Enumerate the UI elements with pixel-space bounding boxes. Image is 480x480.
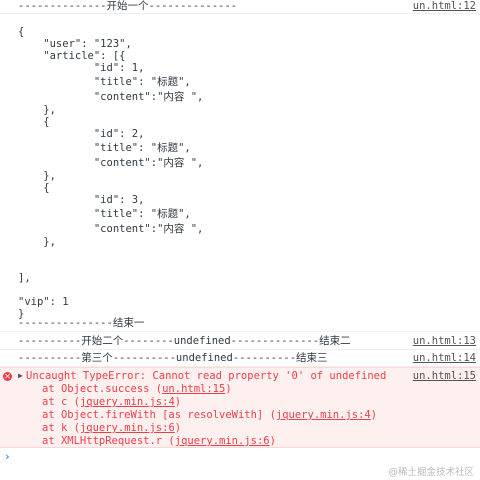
stack-frame-link[interactable]: jquery.min.js:6 [175,435,270,447]
log-message: --------------开始一个-------------- [18,0,238,12]
stack-frame-text: ) [269,435,276,447]
stack-frame: at k (jquery.min.js:6) [42,422,181,434]
stack-frame: at Object.fireWith [as resolveWith] (jqu… [42,409,377,421]
log-row: --------------开始一个-------------- un.html… [0,0,480,14]
json-output: { "user": "123", "article": [{ "id": 1, … [18,26,204,320]
stack-frame-text: ) [174,422,182,434]
error-row: ✕ ▶ Uncaught TypeError: Cannot read prop… [0,367,480,448]
expand-triangle-icon[interactable]: ▶ [18,371,23,380]
stack-frame-text: at Object.success ( [42,383,163,395]
log-message: ---------------结束一 [18,317,145,329]
log-row: ----------开始二个--------undefined---------… [0,333,480,350]
stack-frame-text: at XMLHttpRequest.r ( [42,435,175,447]
source-link[interactable]: un.html:14 [413,352,476,364]
source-link[interactable]: un.html:15 [413,370,476,382]
stack-frame: at XMLHttpRequest.r (jquery.min.js:6) [42,435,276,447]
stack-frame-link[interactable]: un.html:15 [162,383,225,395]
source-link[interactable]: un.html:13 [413,335,476,347]
stack-frame-link[interactable]: jquery.min.js:6 [80,422,175,434]
console-prompt-icon[interactable]: › [4,450,11,463]
stack-frame-text: ) [174,396,182,408]
log-message: ----------第三个----------undefined--------… [18,352,328,364]
stack-frame-text: at k ( [42,422,80,434]
error-icon: ✕ [3,372,12,381]
source-link[interactable]: un.html:12 [413,0,476,12]
stack-frame-text: at Object.fireWith [as resolveWith] ( [42,409,276,421]
log-message: ----------开始二个--------undefined---------… [18,335,351,347]
stack-frame-text: at c ( [42,396,80,408]
log-row: ---------------结束一 [0,316,480,332]
console-panel: --------------开始一个-------------- un.html… [0,0,480,480]
stack-frame: at Object.success (un.html:15) [42,383,232,395]
log-row: ----------第三个----------undefined--------… [0,350,480,367]
stack-frame: at c (jquery.min.js:4) [42,396,181,408]
error-message: Uncaught TypeError: Cannot read property… [26,370,387,382]
stack-frame-link[interactable]: jquery.min.js:4 [276,409,371,421]
stack-frame-text: ) [370,409,378,421]
watermark: @稀土掘金技术社区 [388,467,474,478]
stack-frame-link[interactable]: jquery.min.js:4 [80,396,175,408]
stack-frame-text: ) [225,383,232,395]
